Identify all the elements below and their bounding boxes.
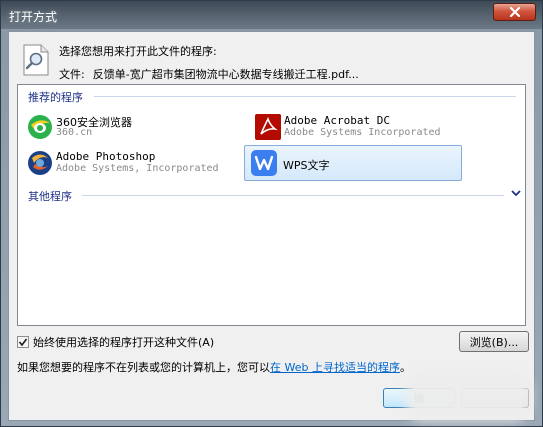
group-other[interactable]: 其他程序 — [28, 188, 72, 204]
obscured-region — [413, 381, 523, 413]
always-use-row[interactable]: 始终使用选择的程序打开这种文件(A) — [17, 334, 214, 350]
search-file-icon — [23, 44, 49, 76]
app-publisher: 360.cn — [56, 127, 93, 138]
browse-button[interactable]: 浏览(B)... — [459, 331, 529, 352]
help-message: 如果您想要的程序不在列表或您的计算机上，您可以 — [17, 361, 270, 374]
help-text: 如果您想要的程序不在列表或您的计算机上，您可以在 Web 上寻找适当的程序。 — [17, 359, 411, 375]
app-item-adobe-acrobat[interactable]: Adobe Acrobat DC Adobe Systems Incorpora… — [254, 111, 474, 145]
intro-prompt: 选择您想用来打开此文件的程序: — [59, 45, 217, 58]
group-recommended[interactable]: 推荐的程序 — [28, 89, 83, 105]
app-item-wps-writer[interactable]: WPS文字 — [244, 145, 462, 181]
app-publisher: Adobe Systems Incorporated — [284, 127, 441, 138]
acrobat-icon — [255, 114, 281, 140]
close-icon — [509, 7, 520, 17]
open-with-dialog: 打开方式 选择您想用来打开此文件的程序: 文件: 反馈单-宽广超市集团物流中心数据… — [0, 0, 543, 427]
close-button[interactable] — [493, 3, 536, 21]
app-name: WPS文字 — [283, 159, 330, 172]
dialog-body: 选择您想用来打开此文件的程序: 文件: 反馈单-宽广超市集团物流中心数据专线搬迁工… — [8, 31, 535, 421]
chevron-down-icon[interactable] — [511, 189, 521, 197]
always-use-checkbox[interactable] — [17, 336, 29, 348]
window-title: 打开方式 — [9, 10, 58, 24]
360-browser-icon — [28, 115, 52, 139]
group-divider — [82, 195, 504, 196]
file-label: 文件: — [59, 68, 85, 81]
file-name: 反馈单-宽广超市集团物流中心数据专线搬迁工程.pdf... — [92, 68, 359, 81]
always-use-label: 始终使用选择的程序打开这种文件(A) — [33, 336, 215, 349]
group-divider — [94, 96, 516, 97]
wps-writer-icon — [251, 150, 277, 176]
photoshop-icon — [28, 151, 52, 175]
title-bar[interactable]: 打开方式 — [1, 1, 542, 29]
app-item-360-browser[interactable]: 360安全浏览器 360.cn — [26, 111, 236, 145]
checkmark-icon — [18, 338, 28, 347]
web-search-link[interactable]: 在 Web 上寻找适当的程序 — [270, 361, 400, 374]
help-suffix: 。 — [399, 361, 411, 374]
app-name: Adobe Photoshop — [56, 150, 156, 163]
program-list[interactable]: 推荐的程序 360安全浏览器 360.cn Adobe Acrobat DC A… — [17, 84, 526, 326]
app-item-adobe-photoshop[interactable]: Adobe Photoshop Adobe Systems, Incorpora… — [26, 147, 246, 181]
app-name: Adobe Acrobat DC — [284, 114, 390, 127]
app-publisher: Adobe Systems, Incorporated — [56, 163, 219, 174]
file-line: 文件: 反馈单-宽广超市集团物流中心数据专线搬迁工程.pdf... — [59, 66, 359, 82]
